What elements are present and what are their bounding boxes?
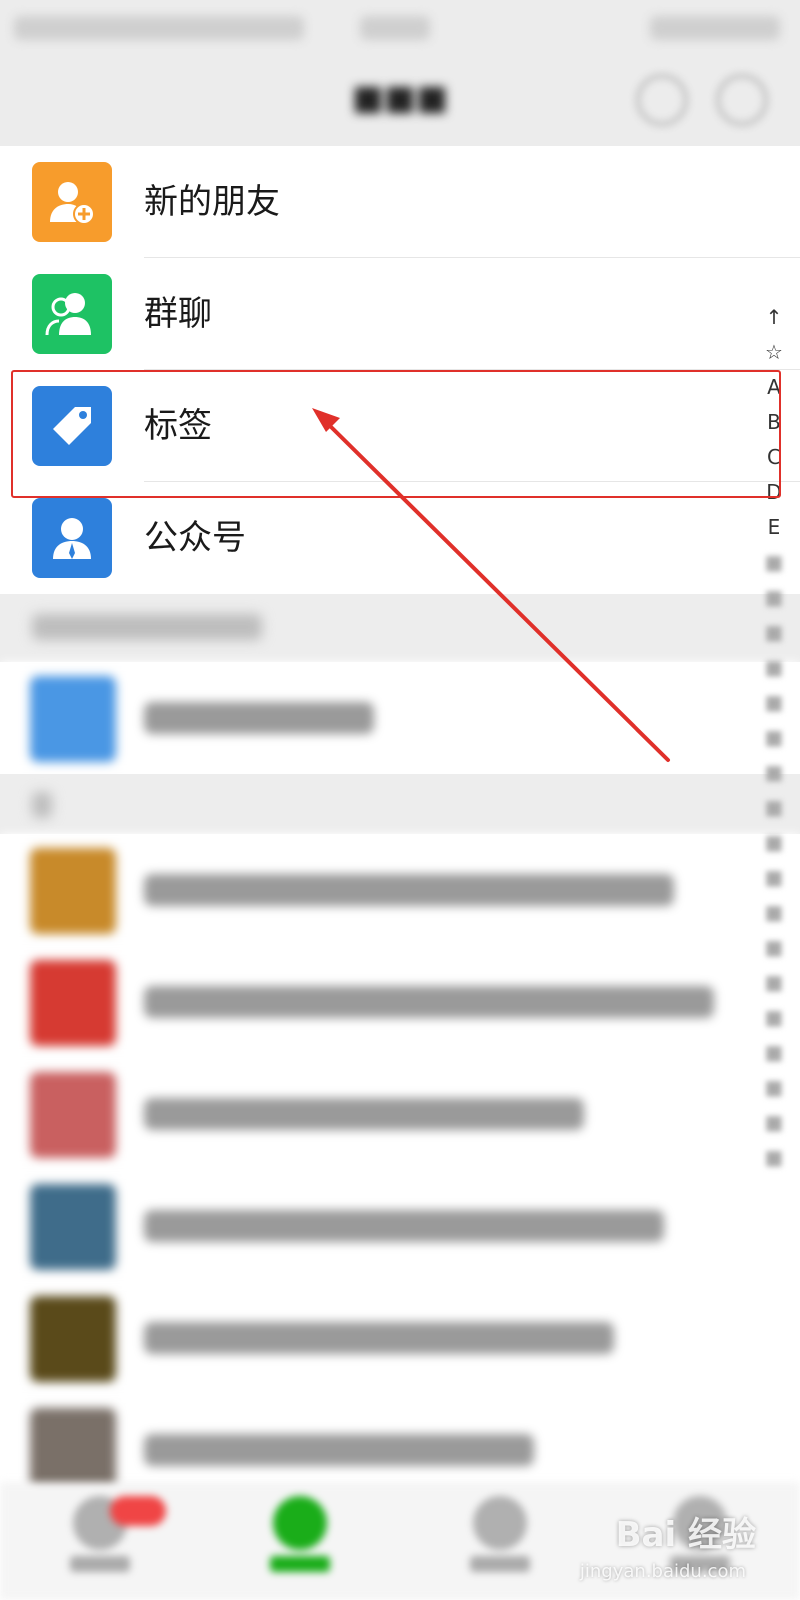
index-letter-blurred[interactable]: ■ [748,825,800,860]
index-letter-blurred[interactable]: ■ [748,895,800,930]
contact-name-blurred [144,874,674,906]
group-chat-icon [32,274,112,354]
index-letter-blurred[interactable]: ■ [748,1000,800,1035]
contact-row-label: 群聊 [144,294,212,334]
list-item-blurred[interactable] [0,662,800,774]
section-letter-blurred [32,792,52,818]
add-friend-icon [32,162,112,242]
index-letter-blurred[interactable]: ■ [748,860,800,895]
avatar [30,676,116,762]
contact-name-blurred [144,986,714,1018]
index-letter-blurred[interactable]: ■ [748,545,800,580]
index-letter-blurred[interactable]: ■ [748,755,800,790]
avatar [30,1296,116,1382]
index-letter-blurred[interactable]: ■ [748,1035,800,1070]
section-header-blurred [0,774,800,834]
contacts-icon [273,1496,327,1550]
avatar [30,848,116,934]
contact-row-label: 新的朋友 [144,182,280,222]
add-contact-icon[interactable] [716,74,768,126]
avatar [30,1184,116,1270]
index-letter-blurred[interactable]: ■ [748,930,800,965]
index-letter-blurred[interactable]: ■ [748,790,800,825]
index-letter-blurred[interactable]: ■ [748,650,800,685]
index-letter-a[interactable]: A [748,370,800,405]
contact-row-official-accounts[interactable]: 公众号 [0,482,800,594]
tag-icon [32,386,112,466]
alphabet-index-bar[interactable]: ↑ ☆ A B C D E ■ ■ ■ ■ ■ ■ ■ ■ ■ ■ ■ ■ ■ … [748,300,800,1175]
search-icon[interactable] [636,74,688,126]
contact-row-tags[interactable]: 标签 [0,370,800,482]
unread-badge [110,1496,166,1526]
battery-indicator-blurred [650,16,780,40]
contact-row-label: 公众号 [144,518,246,558]
list-item-blurred[interactable] [0,946,800,1058]
status-bar [0,0,800,56]
index-letter-b[interactable]: B [748,405,800,440]
contact-name-blurred [144,1210,664,1242]
baidu-jingyan-watermark: Bai 经验 [615,1515,756,1555]
tab-label-blurred [70,1556,130,1572]
tab-label-blurred [470,1556,530,1572]
index-letter-blurred[interactable]: ■ [748,615,800,650]
tab-discover[interactable] [440,1496,560,1592]
index-letter-d[interactable]: D [748,475,800,510]
index-up-arrow[interactable]: ↑ [748,300,800,335]
tab-label-blurred [270,1556,330,1572]
index-letter-c[interactable]: C [748,440,800,475]
list-item-blurred[interactable] [0,834,800,946]
contact-row-group-chats[interactable]: 群聊 [0,258,800,370]
tab-chats[interactable] [40,1496,166,1592]
carrier-text-blurred [14,16,304,40]
index-letter-blurred[interactable]: ■ [748,965,800,1000]
section-title-blurred [32,614,262,640]
contact-name-blurred [144,1098,584,1130]
contact-row-label: 标签 [144,406,212,446]
index-letter-blurred[interactable]: ■ [748,1070,800,1105]
contact-name-blurred [144,702,374,734]
contact-name-blurred [144,1322,614,1354]
avatar [30,960,116,1046]
index-letter-e[interactable]: E [748,510,800,545]
index-letter-blurred[interactable]: ■ [748,1105,800,1140]
nav-bar: ■■■ [0,56,800,146]
contact-name-blurred [144,1434,534,1466]
index-letter-blurred[interactable]: ■ [748,720,800,755]
watermark-url: jingyan.baidu.com [579,1561,746,1582]
official-account-icon [32,498,112,578]
index-star[interactable]: ☆ [748,335,800,370]
avatar [30,1072,116,1158]
list-item-blurred[interactable] [0,1058,800,1170]
list-item-blurred[interactable] [0,1282,800,1394]
contacts-screen: ■■■ 新的朋友 群聊 标签 公众号 ↑ ☆ A B C D E ■ ■ ■ ■… [0,0,800,1600]
compass-icon [473,1496,527,1550]
contact-row-new-friends[interactable]: 新的朋友 [0,146,800,258]
index-letter-blurred[interactable]: ■ [748,1140,800,1175]
list-item-blurred[interactable] [0,1170,800,1282]
section-header-blurred [0,594,800,662]
time-text-blurred [360,16,430,40]
index-letter-blurred[interactable]: ■ [748,685,800,720]
index-letter-blurred[interactable]: ■ [748,580,800,615]
tab-contacts[interactable] [240,1496,360,1592]
